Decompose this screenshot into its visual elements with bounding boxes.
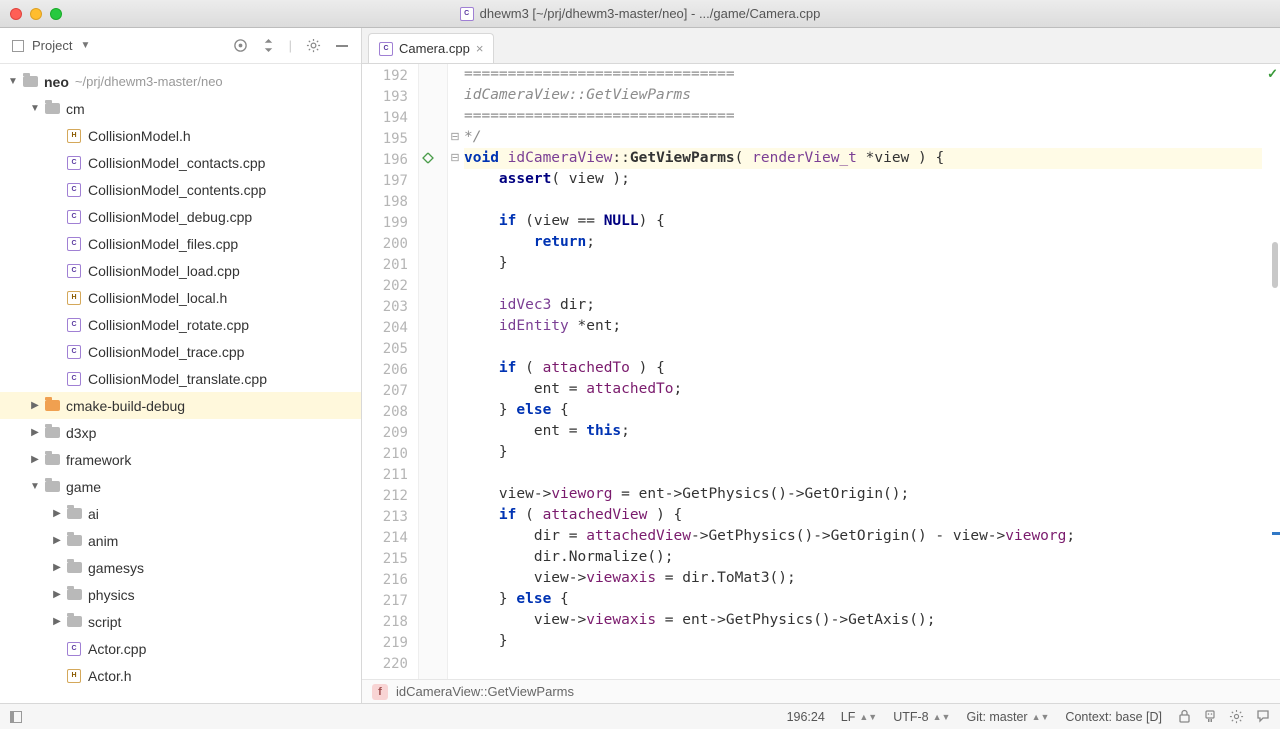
tree-node[interactable]: CCollisionModel_files.cpp (0, 230, 361, 257)
status-context[interactable]: Context: base [D] (1065, 710, 1162, 724)
project-sidebar: Project ▼ | ▼neo~/prj/dhewm3-master/neo▼… (0, 28, 362, 703)
lock-icon[interactable] (1178, 709, 1191, 724)
tool-window-toggle-icon[interactable] (10, 711, 22, 723)
tree-node[interactable]: ▶anim (0, 527, 361, 554)
tab-camera-cpp[interactable]: C Camera.cpp × (368, 33, 494, 63)
tree-node[interactable]: CCollisionModel_contents.cpp (0, 176, 361, 203)
function-icon: f (372, 684, 388, 700)
tree-node[interactable]: ▶script (0, 608, 361, 635)
tree-node[interactable]: HCollisionModel_local.h (0, 284, 361, 311)
titlebar: C dhewm3 [~/prj/dhewm3-master/neo] - ...… (0, 0, 1280, 28)
tab-label: Camera.cpp (399, 41, 470, 56)
code-editor[interactable]: ===============================idCameraV… (462, 64, 1262, 679)
locate-icon[interactable] (233, 38, 248, 53)
status-cursor-pos[interactable]: 196:24 (787, 710, 825, 724)
tree-node[interactable]: HActor.h (0, 662, 361, 689)
line-number-gutter[interactable]: 1921931941951961971981992002012022032042… (362, 64, 418, 679)
window-minimize-button[interactable] (30, 8, 42, 20)
settings-sync-icon[interactable] (1229, 709, 1244, 724)
inspection-ok-icon[interactable]: ✓ (1267, 66, 1278, 82)
editor-tabs: C Camera.cpp × (362, 28, 1280, 64)
tree-node[interactable]: CCollisionModel_load.cpp (0, 257, 361, 284)
tree-node[interactable]: ▶ai (0, 500, 361, 527)
tree-node[interactable]: CCollisionModel_rotate.cpp (0, 311, 361, 338)
project-tree[interactable]: ▼neo~/prj/dhewm3-master/neo▼cmHCollision… (0, 64, 361, 703)
title-file-icon: C (460, 7, 474, 21)
project-header-label[interactable]: Project (32, 38, 72, 53)
scrollbar-thumb[interactable] (1272, 242, 1278, 288)
tab-file-icon: C (379, 42, 393, 56)
hide-icon[interactable] (335, 39, 349, 53)
tree-node[interactable]: HCollisionModel.h (0, 122, 361, 149)
tree-node[interactable]: ▶d3xp (0, 419, 361, 446)
tree-node[interactable]: ▶physics (0, 581, 361, 608)
status-encoding[interactable]: UTF-8▲▼ (893, 710, 950, 724)
chevron-down-icon[interactable]: ▼ (80, 40, 90, 51)
tree-node[interactable]: CCollisionModel_trace.cpp (0, 338, 361, 365)
tree-root[interactable]: ▼neo~/prj/dhewm3-master/neo (0, 68, 361, 95)
breadcrumb-label: idCameraView::GetViewParms (396, 684, 574, 699)
tree-node[interactable]: ▶gamesys (0, 554, 361, 581)
status-bar: 196:24 LF▲▼ UTF-8▲▼ Git: master▲▼ Contex… (0, 703, 1280, 729)
tree-node[interactable]: CCollisionModel_contacts.cpp (0, 149, 361, 176)
tree-node[interactable]: ▶cmake-build-debug (0, 392, 361, 419)
chat-icon[interactable] (1256, 709, 1270, 724)
close-icon[interactable]: × (476, 41, 484, 56)
tree-node[interactable]: CActor.cpp (0, 635, 361, 662)
status-line-ending[interactable]: LF▲▼ (841, 710, 877, 724)
fold-gutter[interactable]: ⊟⊟ (448, 64, 462, 679)
marker-gutter[interactable] (418, 64, 448, 679)
tree-node[interactable]: CCollisionModel_translate.cpp (0, 365, 361, 392)
tree-node[interactable]: CCollisionModel_debug.cpp (0, 203, 361, 230)
status-git-branch[interactable]: Git: master▲▼ (966, 710, 1049, 724)
gear-icon[interactable] (306, 38, 321, 53)
hector-icon[interactable] (1203, 709, 1217, 724)
editor-breadcrumb[interactable]: f idCameraView::GetViewParms (362, 679, 1280, 703)
window-close-button[interactable] (10, 8, 22, 20)
collapse-all-icon[interactable] (262, 38, 275, 53)
stripe-marker[interactable] (1272, 532, 1280, 535)
error-stripe[interactable]: ✓ (1262, 64, 1280, 679)
tree-node[interactable]: ▼cm (0, 95, 361, 122)
tree-node[interactable]: ▶framework (0, 446, 361, 473)
tree-node[interactable]: ▼game (0, 473, 361, 500)
window-zoom-button[interactable] (50, 8, 62, 20)
project-view-icon[interactable] (12, 40, 24, 52)
window-title: dhewm3 [~/prj/dhewm3-master/neo] - .../g… (480, 6, 821, 21)
